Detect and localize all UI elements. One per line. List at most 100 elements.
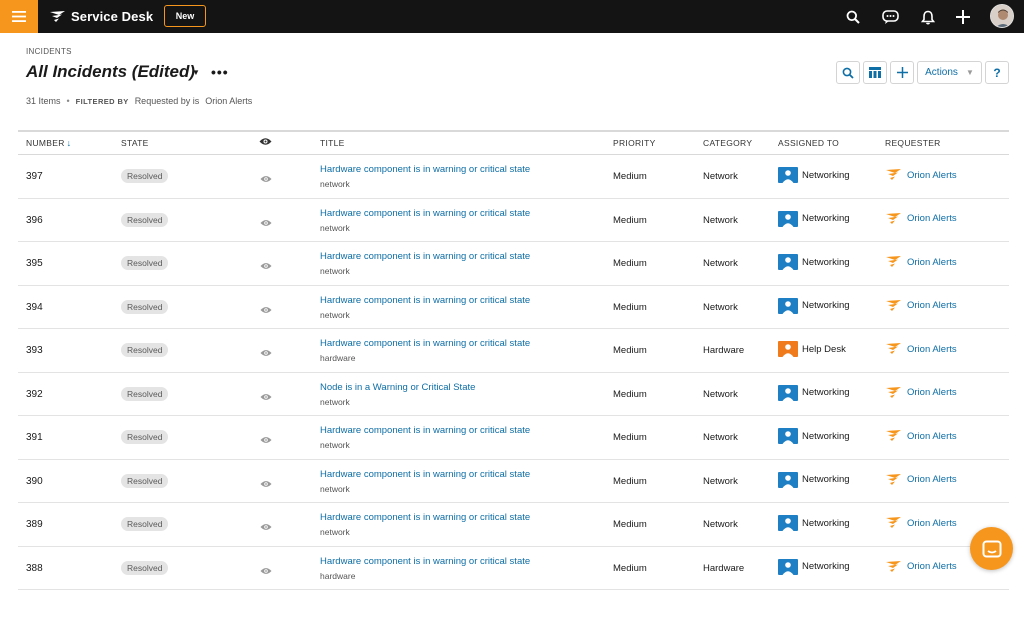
incident-title-link[interactable]: Hardware component is in warning or crit… <box>320 338 530 349</box>
table-row[interactable]: 392 Resolved Node is in a Warning or Cri… <box>18 373 1009 416</box>
assigned-to[interactable]: Networking <box>778 210 850 227</box>
requester-link[interactable]: Orion Alerts <box>907 561 957 572</box>
table-row[interactable]: 393 Resolved Hardware component is in wa… <box>18 329 1009 373</box>
requester-link[interactable]: Orion Alerts <box>907 170 957 181</box>
watch-toggle[interactable] <box>260 346 272 360</box>
watch-toggle[interactable] <box>260 564 272 578</box>
table-row[interactable]: 394 Resolved Hardware component is in wa… <box>18 286 1009 329</box>
incident-title-link[interactable]: Hardware component is in warning or crit… <box>320 556 530 567</box>
requester[interactable]: Orion Alerts <box>886 430 957 442</box>
column-priority[interactable]: PRIORITY <box>613 138 656 148</box>
assigned-to[interactable]: Networking <box>778 471 850 488</box>
assigned-to[interactable]: Networking <box>778 515 850 531</box>
requester[interactable]: Orion Alerts <box>886 473 957 486</box>
requester[interactable]: Orion Alerts <box>886 256 957 268</box>
requester-link[interactable]: Orion Alerts <box>907 518 957 529</box>
column-state[interactable]: STATE <box>121 138 149 148</box>
incident-title-link[interactable]: Hardware component is in warning or crit… <box>320 295 530 306</box>
add-incident-button[interactable] <box>890 61 914 84</box>
requester[interactable]: Orion Alerts <box>886 299 957 312</box>
requester-link[interactable]: Orion Alerts <box>907 300 957 311</box>
actions-dropdown[interactable]: Actions ▼ <box>917 61 982 84</box>
column-assigned-to[interactable]: ASSIGNED TO <box>778 138 839 148</box>
chat-button[interactable] <box>879 6 901 28</box>
assigned-to[interactable]: Networking <box>778 297 850 314</box>
watch-toggle[interactable] <box>260 172 272 186</box>
search-button[interactable] <box>842 6 864 28</box>
watch-toggle[interactable] <box>260 216 272 230</box>
team-icon <box>778 254 798 270</box>
notifications-button[interactable] <box>917 6 939 28</box>
category-value: Hardware <box>703 562 745 574</box>
column-category[interactable]: CATEGORY <box>703 138 752 148</box>
requester[interactable]: Orion Alerts <box>886 212 957 225</box>
incident-number[interactable]: 397 <box>26 171 43 182</box>
avatar[interactable] <box>990 4 1014 28</box>
columns-button[interactable] <box>863 61 887 84</box>
watch-toggle[interactable] <box>260 303 272 317</box>
table-row[interactable]: 388 Resolved Hardware component is in wa… <box>18 547 1009 590</box>
incident-title-link[interactable]: Node is in a Warning or Critical State <box>320 382 475 393</box>
support-chat-button[interactable] <box>970 527 1013 570</box>
assigned-to[interactable]: Networking <box>778 167 850 183</box>
new-button[interactable]: New <box>164 5 206 27</box>
requester-link[interactable]: Orion Alerts <box>907 257 957 268</box>
search-list-button[interactable] <box>836 61 860 84</box>
table-row[interactable]: 390 Resolved Hardware component is in wa… <box>18 460 1009 503</box>
assigned-to[interactable]: Networking <box>778 428 850 444</box>
requester-link[interactable]: Orion Alerts <box>907 431 957 442</box>
state-badge: Resolved <box>121 299 169 314</box>
incident-number[interactable]: 388 <box>26 563 43 574</box>
watch-toggle[interactable] <box>260 390 272 404</box>
table-row[interactable]: 389 Resolved Hardware component is in wa… <box>18 503 1009 547</box>
incident-title-link[interactable]: Hardware component is in warning or crit… <box>320 208 530 219</box>
column-number[interactable]: NUMBER ↓ <box>26 138 71 148</box>
watch-toggle[interactable] <box>260 259 272 273</box>
assigned-to[interactable]: Networking <box>778 384 850 401</box>
incident-title-link[interactable]: Hardware component is in warning or crit… <box>320 469 530 480</box>
table-row[interactable]: 395 Resolved Hardware component is in wa… <box>18 242 1009 286</box>
watch-toggle[interactable] <box>260 477 272 491</box>
incident-number[interactable]: 391 <box>26 432 43 443</box>
column-watch[interactable] <box>259 137 272 148</box>
incident-number[interactable]: 395 <box>26 258 43 269</box>
assigned-to[interactable]: Networking <box>778 558 850 575</box>
incident-title-link[interactable]: Hardware component is in warning or crit… <box>320 164 530 175</box>
add-button[interactable] <box>952 6 974 28</box>
requester[interactable]: Orion Alerts <box>886 343 957 355</box>
incident-title-link[interactable]: Hardware component is in warning or crit… <box>320 425 530 436</box>
assigned-to[interactable]: Help Desk <box>778 341 846 357</box>
category-value: Network <box>703 388 738 400</box>
table-row[interactable]: 397 Resolved Hardware component is in wa… <box>18 155 1009 199</box>
incident-number[interactable]: 392 <box>26 389 43 400</box>
column-requester[interactable]: REQUESTER <box>885 138 941 148</box>
requester-link[interactable]: Orion Alerts <box>907 344 957 355</box>
requester[interactable]: Orion Alerts <box>886 517 957 529</box>
brand[interactable]: Service Desk <box>50 0 153 33</box>
incident-number[interactable]: 390 <box>26 476 43 487</box>
watch-toggle[interactable] <box>260 433 272 447</box>
incident-number[interactable]: 396 <box>26 215 43 226</box>
requester[interactable]: Orion Alerts <box>886 560 957 573</box>
incident-number[interactable]: 394 <box>26 302 43 313</box>
requester[interactable]: Orion Alerts <box>886 386 957 399</box>
incident-title-link[interactable]: Hardware component is in warning or crit… <box>320 251 530 262</box>
incident-number[interactable]: 389 <box>26 519 43 530</box>
requester-link[interactable]: Orion Alerts <box>907 474 957 485</box>
table-row[interactable]: 396 Resolved Hardware component is in wa… <box>18 199 1009 242</box>
table-row[interactable]: 391 Resolved Hardware component is in wa… <box>18 416 1009 460</box>
breadcrumb[interactable]: INCIDENTS <box>26 47 72 56</box>
requester[interactable]: Orion Alerts <box>886 169 957 181</box>
assigned-to[interactable]: Networking <box>778 254 850 270</box>
requester-link[interactable]: Orion Alerts <box>907 213 957 224</box>
menu-button[interactable] <box>0 0 38 33</box>
category-value: Network <box>703 258 738 269</box>
watch-toggle[interactable] <box>260 520 272 534</box>
caret-down-icon[interactable]: ▼ <box>192 68 200 77</box>
incident-title-link[interactable]: Hardware component is in warning or crit… <box>320 512 530 523</box>
requester-link[interactable]: Orion Alerts <box>907 387 957 398</box>
column-title[interactable]: TITLE <box>320 138 345 148</box>
more-options-icon[interactable]: ••• <box>211 64 229 80</box>
incident-number[interactable]: 393 <box>26 345 43 356</box>
help-button[interactable]: ? <box>985 61 1009 84</box>
